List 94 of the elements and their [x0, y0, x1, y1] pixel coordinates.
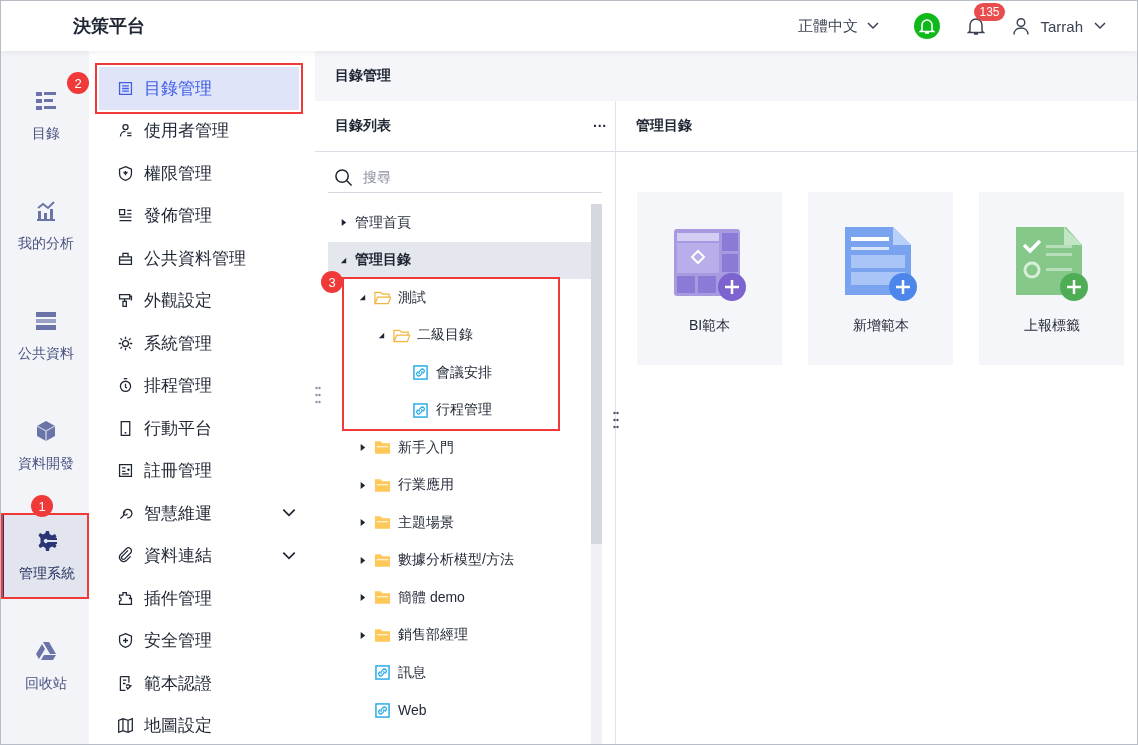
menu-item-icon [117, 334, 134, 352]
folder-icon [393, 327, 410, 343]
tree-node[interactable]: 行業應用 [328, 466, 591, 504]
rail-item[interactable]: 我的分析 [3, 183, 89, 269]
tree-node[interactable]: 測試 [344, 279, 558, 317]
tree-node[interactable]: 訊息 [328, 654, 591, 692]
tree-node[interactable]: 數據分析模型/方法 [328, 541, 591, 579]
triangle-icon [34, 639, 58, 663]
folder-icon [374, 552, 391, 568]
menu-item[interactable]: 智慧維運 [99, 492, 299, 535]
bell-icon[interactable] [914, 13, 941, 39]
menu-item-icon [117, 589, 134, 607]
caret-icon [358, 555, 367, 565]
tree-node[interactable]: 簡體 demo [328, 579, 591, 617]
tree-node[interactable]: 會議安排 [344, 354, 558, 392]
app-title: 決策平台 [73, 15, 145, 38]
chart-icon [34, 199, 58, 223]
menu-item[interactable]: 使用者管理 [99, 109, 299, 152]
rail-item[interactable]: 資料開發 [3, 403, 89, 489]
drag-handle-icon[interactable] [315, 386, 321, 404]
menu-item-icon [117, 79, 134, 97]
user-menu[interactable]: Tarrah [1012, 17, 1107, 35]
user-icon [1012, 17, 1031, 35]
folder-icon [374, 515, 391, 531]
link-icon [374, 665, 391, 681]
menu-item[interactable]: 排程管理 [99, 364, 299, 407]
link-icon [412, 365, 429, 381]
search-field[interactable]: 搜尋 [361, 168, 565, 186]
menu-item-icon [117, 547, 134, 565]
caret-icon [358, 630, 367, 640]
menu-item[interactable]: 插件管理 [99, 577, 299, 620]
folder-icon [374, 627, 391, 643]
menu-item-icon [117, 292, 134, 310]
menu-item[interactable]: 地圖設定 [99, 704, 299, 744]
caret-icon [358, 480, 367, 490]
tree-node[interactable]: 管理首頁 [328, 204, 591, 242]
tree-node[interactable]: 新手入門 [328, 429, 591, 467]
caret-icon [377, 330, 386, 340]
panel-title: 管理目錄 [636, 117, 692, 135]
menu-item[interactable]: 系統管理 [99, 322, 299, 365]
more-button[interactable]: ··· [593, 118, 607, 134]
notification-badge: 135 [974, 3, 1005, 21]
scrollbar-thumb[interactable] [591, 204, 602, 544]
list-icon [34, 89, 58, 113]
cube-icon [34, 419, 58, 443]
menu-item[interactable]: 註冊管理 [99, 449, 299, 492]
caret-icon [358, 443, 367, 453]
folder-icon [374, 477, 391, 493]
menu-item-icon [117, 674, 134, 692]
tree-node[interactable]: 銷售部經理 [328, 616, 591, 654]
menu-item[interactable]: 發佈管理 [99, 194, 299, 237]
notification-icon[interactable] [966, 16, 987, 36]
stack-icon [34, 309, 58, 333]
folder-icon [374, 440, 391, 456]
caret-icon [339, 255, 348, 265]
template-card[interactable]: 新增範本 [808, 192, 953, 365]
caret-icon [358, 593, 367, 603]
rail-item[interactable]: 管理系統 [1, 513, 89, 599]
menu-item[interactable]: 公共資料管理 [99, 237, 299, 280]
rail-item[interactable]: 公共資料 [3, 293, 89, 379]
menu-item-icon [117, 717, 134, 735]
breadcrumb: 目錄管理 [335, 67, 391, 85]
menu-item[interactable]: 外觀設定 [99, 279, 299, 322]
menu-item[interactable]: 安全管理 [99, 619, 299, 662]
link-icon [412, 402, 429, 418]
folder-icon [374, 290, 391, 306]
scrollbar[interactable] [591, 204, 602, 744]
language-dropdown[interactable]: 正體中文 [798, 16, 881, 36]
menu-item[interactable]: 資料連結 [99, 534, 299, 577]
rail-item[interactable]: 回收站 [3, 623, 89, 709]
menu-item[interactable]: 行動平台 [99, 407, 299, 450]
callout-number: 1 [31, 495, 53, 517]
tree-node[interactable]: 二級目錄 [344, 316, 558, 354]
folder-icon [374, 590, 391, 606]
template-card[interactable]: BI範本 [637, 192, 782, 365]
link-icon [374, 702, 391, 718]
callout-number: 3 [321, 271, 343, 293]
menu-item-icon [117, 377, 134, 395]
menu-item-icon [117, 462, 134, 480]
drag-handle-icon[interactable] [613, 411, 619, 429]
template-card[interactable]: 上報標籤 [979, 192, 1124, 365]
caret-icon [358, 293, 367, 303]
menu-item[interactable]: 範本認證 [99, 662, 299, 705]
tree-node[interactable]: Web [328, 691, 591, 729]
search-icon [334, 167, 353, 187]
tree-node[interactable]: 管理目錄 [328, 241, 591, 279]
tree-node[interactable]: 主題場景 [328, 504, 591, 542]
caret-icon [339, 218, 348, 228]
panel-title: 目錄列表 [335, 117, 391, 135]
tree-node[interactable]: 行程管理 [344, 391, 558, 429]
menu-item-icon [117, 632, 134, 650]
menu-item[interactable]: 權限管理 [99, 152, 299, 195]
caret-icon [358, 518, 367, 528]
menu-item-icon [117, 164, 134, 182]
